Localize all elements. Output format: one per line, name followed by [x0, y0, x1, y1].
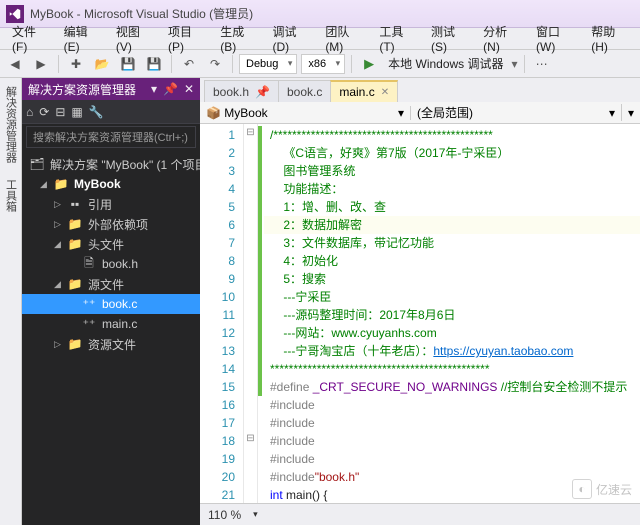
- solution-explorer-header: 解决方案资源管理器 ▾ 📌 ✕: [22, 78, 200, 100]
- folder-icon: 📁: [68, 237, 82, 251]
- solution-explorer-panel: 解决方案资源管理器 ▾ 📌 ✕ ⌂ ⟳ ⊟ ▦ 🔧 搜索解决方案资源管理器(Ct…: [22, 78, 200, 525]
- window-title: MyBook - Microsoft Visual Studio (管理员): [30, 5, 253, 22]
- references-node[interactable]: ▷▪▪引用: [22, 194, 200, 214]
- project-node[interactable]: ◢📁MyBook: [22, 174, 200, 194]
- config-combo[interactable]: Debug: [239, 54, 297, 74]
- panel-title: 解决方案资源管理器: [28, 81, 136, 98]
- editor-tabs: book.h📌 book.c main.c✕: [200, 78, 640, 102]
- folder-icon: 📁: [68, 217, 82, 231]
- menu-debug[interactable]: 调试(D): [264, 21, 317, 56]
- nav-back-icon[interactable]: ◀: [4, 53, 26, 75]
- nav-fwd-icon[interactable]: ▶: [30, 53, 52, 75]
- new-project-icon[interactable]: ✚: [65, 53, 87, 75]
- undo-icon[interactable]: ↶: [178, 53, 200, 75]
- panel-pin-icon[interactable]: 📌: [163, 82, 178, 96]
- references-icon: ▪▪: [68, 197, 82, 211]
- open-icon[interactable]: 📂: [91, 53, 113, 75]
- toolbar-more-icon[interactable]: ⋯: [531, 53, 553, 75]
- nav-bar: 📦 MyBook▾ (全局范围)▾ ▾: [200, 102, 640, 124]
- solution-node[interactable]: 🗂解决方案 "MyBook" (1 个项目): [22, 154, 200, 174]
- nav-scope-combo[interactable]: (全局范围)▾: [411, 104, 622, 121]
- header-files-node[interactable]: ◢📁头文件: [22, 234, 200, 254]
- home-icon[interactable]: ⌂: [26, 105, 33, 119]
- menu-window[interactable]: 窗口(W): [528, 21, 583, 56]
- source-files-node[interactable]: ◢📁源文件: [22, 274, 200, 294]
- toolbar: ◀ ▶ ✚ 📂 💾 💾 ↶ ↷ Debug x86 ▶ 本地 Windows 调…: [0, 50, 640, 78]
- menu-bar: 文件(F) 编辑(E) 视图(V) 项目(P) 生成(B) 调试(D) 团队(M…: [0, 28, 640, 50]
- panel-dropdown-icon[interactable]: ▾: [151, 82, 157, 96]
- menu-project[interactable]: 项目(P): [160, 21, 212, 56]
- folder-icon: 📁: [68, 277, 82, 291]
- redo-icon[interactable]: ↷: [204, 53, 226, 75]
- show-all-icon[interactable]: ▦: [71, 105, 82, 119]
- tab-bookh[interactable]: book.h📌: [204, 80, 279, 102]
- properties-icon[interactable]: 🔧: [89, 105, 104, 119]
- menu-test[interactable]: 测试(S): [423, 21, 475, 56]
- file-bookh[interactable]: 🗎book.h: [22, 254, 200, 274]
- code-editor: book.h📌 book.c main.c✕ 📦 MyBook▾ (全局范围)▾…: [200, 78, 640, 525]
- solution-icon: 🗂: [30, 157, 44, 171]
- cpp-file-icon: ⁺⁺: [82, 317, 96, 331]
- tab-bookc[interactable]: book.c: [278, 80, 331, 102]
- nav-member-combo[interactable]: ▾: [622, 106, 640, 120]
- folder-icon: 📁: [68, 337, 82, 351]
- watermark: ◐ 亿速云: [572, 479, 632, 499]
- external-deps-node[interactable]: ▷📁外部依赖项: [22, 214, 200, 234]
- code-area[interactable]: 123456789101112131415161718192021222324 …: [200, 124, 640, 503]
- fold-gutter[interactable]: ⊟⊟⊟: [244, 124, 258, 503]
- file-bookc[interactable]: ⁺⁺book.c: [22, 294, 200, 314]
- editor-statusbar: 110 % ▾: [200, 503, 640, 525]
- menu-view[interactable]: 视图(V): [108, 21, 160, 56]
- menu-team[interactable]: 团队(M): [317, 21, 371, 56]
- platform-combo[interactable]: x86: [301, 54, 345, 74]
- nav-project-combo[interactable]: 📦 MyBook▾: [200, 106, 411, 120]
- start-debug-icon[interactable]: ▶: [358, 53, 380, 75]
- h-file-icon: 🗎: [82, 257, 96, 271]
- sync-icon[interactable]: ⟳: [39, 105, 49, 119]
- menu-analyze[interactable]: 分析(N): [475, 21, 528, 56]
- left-rail: 解决资源管理器 工具箱: [0, 78, 22, 525]
- line-numbers: 123456789101112131415161718192021222324: [200, 124, 244, 503]
- zoom-level[interactable]: 110 %: [208, 508, 241, 522]
- save-icon[interactable]: 💾: [117, 53, 139, 75]
- close-tab-icon[interactable]: ✕: [381, 87, 389, 98]
- tab-mainc[interactable]: main.c✕: [330, 80, 398, 102]
- save-all-icon[interactable]: 💾: [143, 53, 165, 75]
- solution-toolbar: ⌂ ⟳ ⊟ ▦ 🔧: [22, 100, 200, 124]
- menu-edit[interactable]: 编辑(E): [56, 21, 108, 56]
- pin-icon[interactable]: 📌: [255, 85, 270, 99]
- menu-file[interactable]: 文件(F): [4, 21, 56, 56]
- solution-search-input[interactable]: 搜索解决方案资源管理器(Ctrl+;): [26, 126, 196, 148]
- collapse-icon[interactable]: ⊟: [55, 105, 65, 119]
- launch-target[interactable]: 本地 Windows 调试器: [384, 55, 507, 72]
- rail-solution-explorer[interactable]: 解决资源管理器: [3, 82, 19, 167]
- cpp-file-icon: ⁺⁺: [82, 297, 96, 311]
- file-mainc[interactable]: ⁺⁺main.c: [22, 314, 200, 334]
- watermark-logo-icon: ◐: [572, 479, 592, 499]
- rail-toolbox[interactable]: 工具箱: [3, 175, 19, 216]
- menu-build[interactable]: 生成(B): [212, 21, 264, 56]
- menu-tools[interactable]: 工具(T): [371, 21, 423, 56]
- vs-logo-icon: [6, 5, 24, 23]
- menu-help[interactable]: 帮助(H): [583, 21, 636, 56]
- solution-tree: 🗂解决方案 "MyBook" (1 个项目) ◢📁MyBook ▷▪▪引用 ▷📁…: [22, 150, 200, 525]
- panel-close-icon[interactable]: ✕: [184, 82, 194, 96]
- project-icon: 📁: [54, 177, 68, 191]
- resource-files-node[interactable]: ▷📁资源文件: [22, 334, 200, 354]
